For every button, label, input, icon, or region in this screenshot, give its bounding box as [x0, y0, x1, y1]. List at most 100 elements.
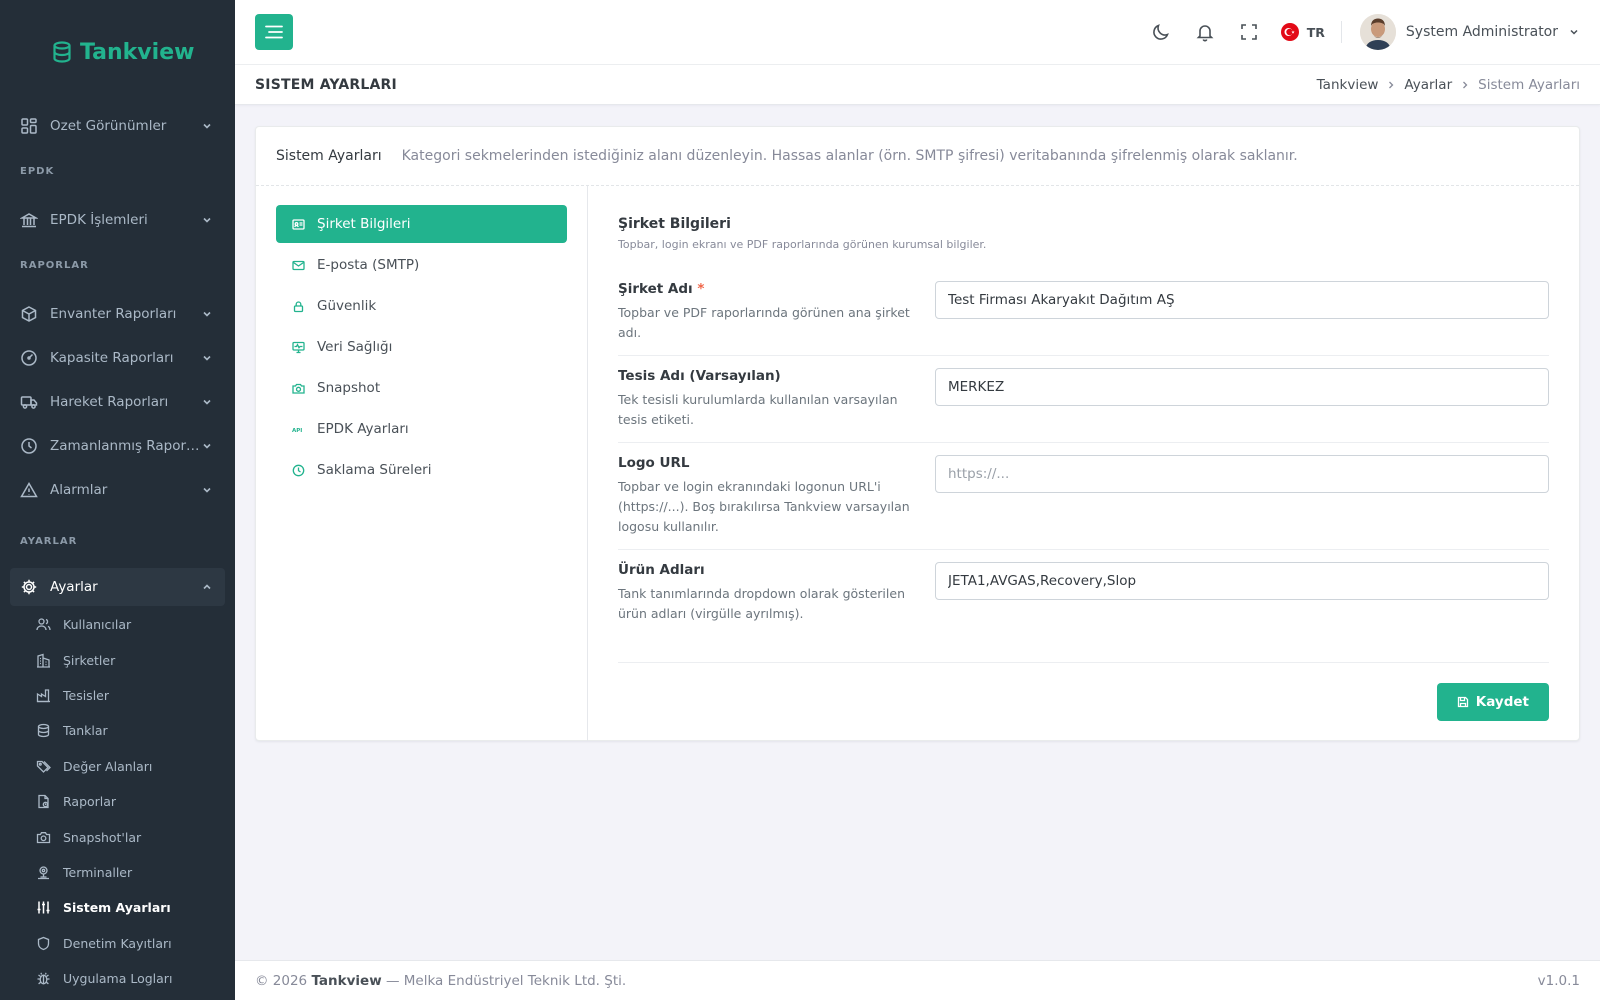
field-help: Tank tanımlarında dropdown olarak göster…: [618, 586, 905, 621]
sidebar-subitem-tesisler[interactable]: Tesisler: [0, 678, 235, 713]
sidebar-subitem-label: Şirketler: [63, 652, 116, 668]
field-label: Logo URL: [618, 455, 690, 471]
sidebar-item-hareket-raporlari[interactable]: Hareket Raporları: [0, 380, 235, 424]
tab-veri-sagligi[interactable]: Veri Sağlığı: [276, 328, 567, 366]
monitor-pulse-icon: [292, 341, 305, 353]
clock-icon: [21, 438, 37, 454]
section-description: Topbar, login ekranı ve PDF raporlarında…: [618, 238, 987, 251]
tab-label: EPDK Ayarları: [317, 421, 409, 437]
card-description: Kategori sekmelerinden istediğiniz alanı…: [401, 148, 1298, 164]
save-button[interactable]: Kaydet: [1436, 683, 1549, 721]
chevron-up-icon: [203, 584, 211, 590]
field-label: Tesis Adı (Varsayılan): [618, 368, 781, 384]
sidebar-subitem-sistem-ayarlari[interactable]: Sistem Ayarları: [0, 890, 235, 925]
sidebar-item-ozet[interactable]: Ozet Görünümler: [0, 104, 235, 148]
chevron-down-icon: [203, 487, 211, 493]
settings-tabs: Şirket Bilgileri E-posta (SMTP) Güvenlik…: [256, 186, 588, 741]
page-title-bar: SISTEM AYARLARI Tankview Ayarlar Sistem …: [235, 65, 1600, 105]
avatar: [1359, 14, 1396, 50]
sidebar-subitem-tanklar[interactable]: Tanklar: [0, 713, 235, 748]
footer: © 2026 Tankview — Melka Endüstriyel Tekn…: [235, 960, 1600, 1000]
settings-panel: Şirket Bilgileri Topbar, login ekranı ve…: [588, 186, 1579, 741]
sidebar-item-alarmlar[interactable]: Alarmlar: [0, 468, 235, 512]
tab-saklama-sureleri[interactable]: Saklama Süreleri: [276, 451, 567, 489]
card-header: Sistem Ayarları Kategori sekmelerinden i…: [256, 127, 1579, 186]
sidebar-subitem-label: Sistem Ayarları: [63, 900, 171, 916]
truck-icon: [20, 396, 38, 409]
turkey-flag-icon: [1280, 23, 1299, 41]
topbar-actions: TR System Administrator: [1139, 0, 1580, 64]
sidebar-section-ayarlar: AYARLAR: [20, 536, 78, 547]
sidebar-item-ayarlar[interactable]: Ayarlar: [10, 568, 225, 606]
bank-icon: [20, 213, 38, 228]
field-label: Ürün Adları: [618, 562, 705, 578]
bell-icon[interactable]: [1195, 22, 1215, 42]
company-name-input[interactable]: [935, 281, 1549, 319]
sidebar-item-zamanlanmis-raporlar[interactable]: Zamanlanmış Raporlar: [0, 424, 235, 468]
field-help: Topbar ve login ekranındaki logonun URL'…: [618, 479, 910, 534]
form-row-sirket-adi: Şirket Adı * Topbar ve PDF raporlarında …: [618, 281, 1549, 356]
api-icon: API: [292, 428, 302, 434]
breadcrumb-item-ayarlar[interactable]: Ayarlar: [1404, 77, 1452, 93]
brand-logo[interactable]: Tankview: [0, 0, 235, 104]
facility-name-input[interactable]: [935, 368, 1549, 406]
users-icon: [36, 618, 51, 631]
sidebar-subitem-terminaller[interactable]: Terminaller: [0, 855, 235, 890]
tab-e-posta-smtp[interactable]: E-posta (SMTP): [276, 246, 567, 284]
camera-icon: [292, 383, 305, 394]
fullscreen-icon[interactable]: [1239, 22, 1259, 42]
sidebar-item-epdk-islemleri[interactable]: EPDK İşlemleri: [0, 198, 235, 242]
chevron-down-icon: [203, 217, 211, 223]
tab-epdk-ayarlari[interactable]: API EPDK Ayarları: [276, 410, 567, 448]
user-menu[interactable]: System Administrator: [1359, 14, 1580, 50]
sidebar-item-label: Zamanlanmış Raporlar: [50, 438, 201, 454]
chevron-right-icon: [1463, 81, 1468, 88]
language-selector[interactable]: TR: [1280, 23, 1325, 41]
logo-url-input[interactable]: [935, 455, 1549, 493]
tab-snapshot[interactable]: Snapshot: [276, 369, 567, 407]
sidebar-subitem-label: Denetim Kayıtları: [63, 935, 172, 951]
sidebar-subitem-label: Değer Alanları: [63, 758, 153, 774]
factory-icon: [36, 689, 50, 703]
field-help: Tek tesisli kurulumlarda kullanılan vars…: [618, 392, 898, 427]
chevron-down-icon: [203, 355, 211, 361]
sidebar-submenu: Kullanıcılar Şirketler Tesisler Tanklar …: [0, 607, 235, 996]
footer-brand[interactable]: Tankview: [311, 973, 381, 989]
menu-toggle-button[interactable]: [255, 14, 293, 50]
chevron-right-icon: [1389, 81, 1394, 88]
file-report-icon: [38, 794, 49, 809]
sidebar-subitem-uygulama-loglari[interactable]: Uygulama Logları: [0, 961, 235, 996]
tab-guvenlik[interactable]: Güvenlik: [276, 287, 567, 325]
sidebar-subitem-label: Kullanıcılar: [63, 617, 132, 633]
sidebar-subitem-snapshotlar[interactable]: Snapshot'lar: [0, 819, 235, 854]
sidebar-section-raporlar: RAPORLAR: [20, 260, 89, 271]
form-row-tesis-adi: Tesis Adı (Varsayılan) Tek tesisli kurul…: [618, 356, 1549, 443]
breadcrumb-item-home[interactable]: Tankview: [1317, 77, 1379, 93]
sidebar-subitem-kullanicilar[interactable]: Kullanıcılar: [0, 607, 235, 642]
sidebar-item-label: Ozet Görünümler: [50, 118, 167, 134]
section-title: Şirket Bilgileri: [618, 216, 731, 232]
brand-name: Tankview: [80, 39, 195, 65]
database-icon: [37, 724, 50, 738]
moon-icon[interactable]: [1151, 22, 1171, 42]
sidebar-subitem-label: Uygulama Logları: [63, 971, 173, 987]
mail-icon: [292, 260, 305, 270]
lock-icon: [293, 300, 304, 312]
tab-label: Saklama Süreleri: [317, 462, 432, 478]
hamburger-icon: [265, 25, 283, 39]
clock-icon: [292, 464, 305, 476]
sidebar-item-envanter-raporlari[interactable]: Envanter Raporları: [0, 292, 235, 336]
tab-label: Güvenlik: [317, 298, 377, 314]
chevron-down-icon: [203, 123, 211, 129]
svg-text:API: API: [292, 428, 302, 434]
product-names-input[interactable]: [935, 562, 1549, 600]
sidebar-subitem-denetim-kayitlari[interactable]: Denetim Kayıtları: [0, 926, 235, 961]
sidebar-item-label: EPDK İşlemleri: [50, 212, 148, 228]
sidebar-subitem-raporlar[interactable]: Raporlar: [0, 784, 235, 819]
sidebar-item-kapasite-raporlari[interactable]: Kapasite Raporları: [0, 336, 235, 380]
tab-sirket-bilgileri[interactable]: Şirket Bilgileri: [276, 205, 567, 243]
sidebar-subitem-sirketler[interactable]: Şirketler: [0, 642, 235, 677]
field-label-block: Ürün Adları Tank tanımlarında dropdown o…: [618, 562, 935, 624]
sidebar-subitem-label: Raporlar: [63, 794, 117, 810]
sidebar-subitem-deger-alanlari[interactable]: Değer Alanları: [0, 749, 235, 784]
